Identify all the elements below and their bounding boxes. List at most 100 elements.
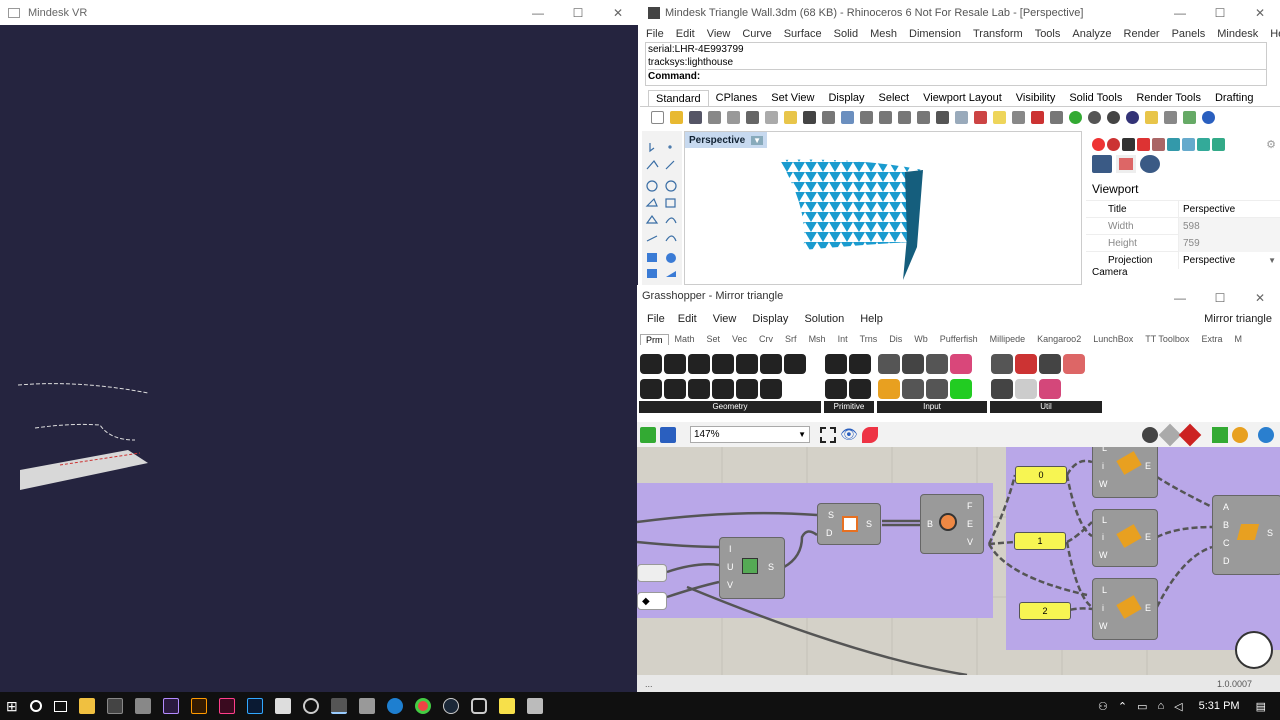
- perspective-viewport[interactable]: Perspective ▼: [684, 131, 1082, 285]
- grid-icon[interactable]: [936, 111, 949, 124]
- menu-file[interactable]: File: [640, 28, 670, 40]
- material-icon[interactable]: [1232, 426, 1248, 443]
- shaded-preview-icon[interactable]: [1142, 426, 1158, 443]
- tab-set-view[interactable]: Set View: [764, 90, 821, 106]
- menu-tools[interactable]: Tools: [1029, 28, 1067, 40]
- color-wheel-icon[interactable]: [1069, 111, 1082, 124]
- tab-viewport-layout[interactable]: Viewport Layout: [916, 90, 1009, 106]
- chevron-up-icon[interactable]: ⌃: [1118, 700, 1127, 713]
- premiere-icon[interactable]: [162, 698, 179, 714]
- gh-tab-srf[interactable]: Srf: [779, 334, 803, 344]
- gh-surface-divide-component[interactable]: IUV S: [719, 537, 785, 599]
- menu-view[interactable]: View: [701, 28, 737, 40]
- calculator-icon[interactable]: [106, 698, 123, 714]
- color-wheel-icon[interactable]: [1092, 137, 1105, 151]
- maximize-icon[interactable]: ☐: [1200, 285, 1240, 310]
- preview-eye-icon[interactable]: 👁: [840, 426, 858, 443]
- zoom-selected-icon[interactable]: [917, 111, 930, 124]
- menu-panels[interactable]: Panels: [1166, 28, 1212, 40]
- gh-tab-int[interactable]: Int: [832, 334, 854, 344]
- cplane-icon[interactable]: [955, 111, 968, 124]
- ground-icon[interactable]: [1197, 137, 1210, 151]
- tool-palette-icons[interactable]: [642, 131, 682, 285]
- plugin-icon[interactable]: [1183, 111, 1196, 124]
- notifications-icon[interactable]: ▤: [1256, 700, 1280, 713]
- tab-cplanes[interactable]: CPlanes: [709, 90, 765, 106]
- lock-icon[interactable]: [1012, 111, 1025, 124]
- maximize-icon[interactable]: ☐: [1200, 0, 1240, 25]
- maximize-icon[interactable]: ☐: [558, 0, 598, 25]
- undo-icon[interactable]: [803, 111, 816, 124]
- chevron-down-icon[interactable]: ▼: [1264, 256, 1280, 265]
- clock[interactable]: 5:31 PM: [1193, 700, 1246, 712]
- gh-menu-help[interactable]: Help: [852, 313, 891, 325]
- camera-icon[interactable]: [1092, 155, 1112, 173]
- selected-preview-icon[interactable]: [1178, 423, 1202, 446]
- gh-menu-view[interactable]: View: [705, 313, 745, 325]
- shade-icon[interactable]: [974, 111, 987, 124]
- gh-menu-file[interactable]: File: [637, 313, 670, 325]
- options-icon[interactable]: [1145, 111, 1158, 124]
- import-icon[interactable]: [727, 111, 740, 124]
- menu-render[interactable]: Render: [1118, 28, 1166, 40]
- menu-mesh[interactable]: Mesh: [864, 28, 903, 40]
- gh-tab-trns[interactable]: Trns: [854, 334, 884, 344]
- zoom-extents-icon[interactable]: [898, 111, 911, 124]
- photoshop-icon[interactable]: [246, 698, 263, 714]
- target-icon[interactable]: [1140, 155, 1160, 173]
- minimize-icon[interactable]: —: [518, 0, 558, 25]
- vr-titlebar[interactable]: Mindesk VR — ☐ ✕: [0, 0, 638, 25]
- zoom-extents-icon[interactable]: [820, 426, 836, 443]
- gh-menu-solution[interactable]: Solution: [796, 313, 852, 325]
- menu-transform[interactable]: Transform: [967, 28, 1029, 40]
- start-icon[interactable]: ⊞: [6, 698, 18, 715]
- gh-tab-tt-toolbox[interactable]: TT Toolbox: [1139, 334, 1195, 344]
- environment-icon[interactable]: [1182, 137, 1195, 151]
- gh-number-panel-0[interactable]: 0: [1015, 466, 1067, 484]
- gh-list-item-component-3[interactable]: LiW E: [1092, 578, 1158, 640]
- minimize-icon[interactable]: —: [1160, 285, 1200, 310]
- object-icon[interactable]: [1122, 137, 1135, 151]
- primitive-params[interactable]: [824, 351, 874, 403]
- edge-icon[interactable]: [386, 698, 403, 714]
- copy-icon[interactable]: [765, 111, 778, 124]
- gh-canvas[interactable]: ◆ IUV S SD S B FEV 0 1 2 LiW E LiW E L i…: [637, 447, 1280, 675]
- settings-icon[interactable]: [1164, 111, 1177, 124]
- save-icon[interactable]: [660, 426, 676, 443]
- projection-select[interactable]: Perspective: [1178, 251, 1264, 269]
- app-window-icon[interactable]: [526, 698, 543, 714]
- navigation-compass[interactable]: [1235, 631, 1273, 669]
- new-file-icon[interactable]: [651, 111, 664, 124]
- mindesk-icon[interactable]: [330, 698, 347, 714]
- gh-tab-pufferfish[interactable]: Pufferfish: [934, 334, 984, 344]
- print-icon[interactable]: [708, 111, 721, 124]
- gh-tab-wb[interactable]: Wb: [908, 334, 934, 344]
- rhino-titlebar[interactable]: Mindesk Triangle Wall.3dm (68 KB) - Rhin…: [640, 0, 1280, 25]
- gh-tab-kangaroo2[interactable]: Kangaroo2: [1031, 334, 1087, 344]
- open-file-icon[interactable]: [670, 111, 683, 124]
- search-icon[interactable]: [29, 700, 42, 712]
- gh-menu-edit[interactable]: Edit: [670, 313, 705, 325]
- tab-render-tools[interactable]: Render Tools: [1129, 90, 1208, 106]
- pan-icon[interactable]: [822, 111, 835, 124]
- menu-surface[interactable]: Surface: [778, 28, 828, 40]
- menu-edit[interactable]: Edit: [670, 28, 701, 40]
- gh-tab-msh[interactable]: Msh: [803, 334, 832, 344]
- gh-tab-crv[interactable]: Crv: [753, 334, 779, 344]
- layer-icon[interactable]: [1031, 111, 1044, 124]
- sphere-icon[interactable]: [1126, 111, 1139, 124]
- menu-analyze[interactable]: Analyze: [1066, 28, 1117, 40]
- gh-sdl-component[interactable]: SD S: [817, 503, 881, 545]
- zoom-select[interactable]: 147% ▼: [690, 426, 810, 443]
- gh-tab-lunchbox[interactable]: LunchBox: [1087, 334, 1139, 344]
- display-icon[interactable]: [1212, 137, 1225, 151]
- globe-icon[interactable]: [1258, 426, 1274, 443]
- gh-tab-extra[interactable]: Extra: [1195, 334, 1228, 344]
- gh-menu-display[interactable]: Display: [744, 313, 796, 325]
- illustrator-icon[interactable]: [190, 698, 207, 714]
- gh-tab-math[interactable]: Math: [669, 334, 701, 344]
- tab-standard[interactable]: Standard: [648, 90, 709, 106]
- properties-icon[interactable]: [1050, 111, 1063, 124]
- indesign-icon[interactable]: [218, 698, 235, 714]
- menu-solid[interactable]: Solid: [828, 28, 864, 40]
